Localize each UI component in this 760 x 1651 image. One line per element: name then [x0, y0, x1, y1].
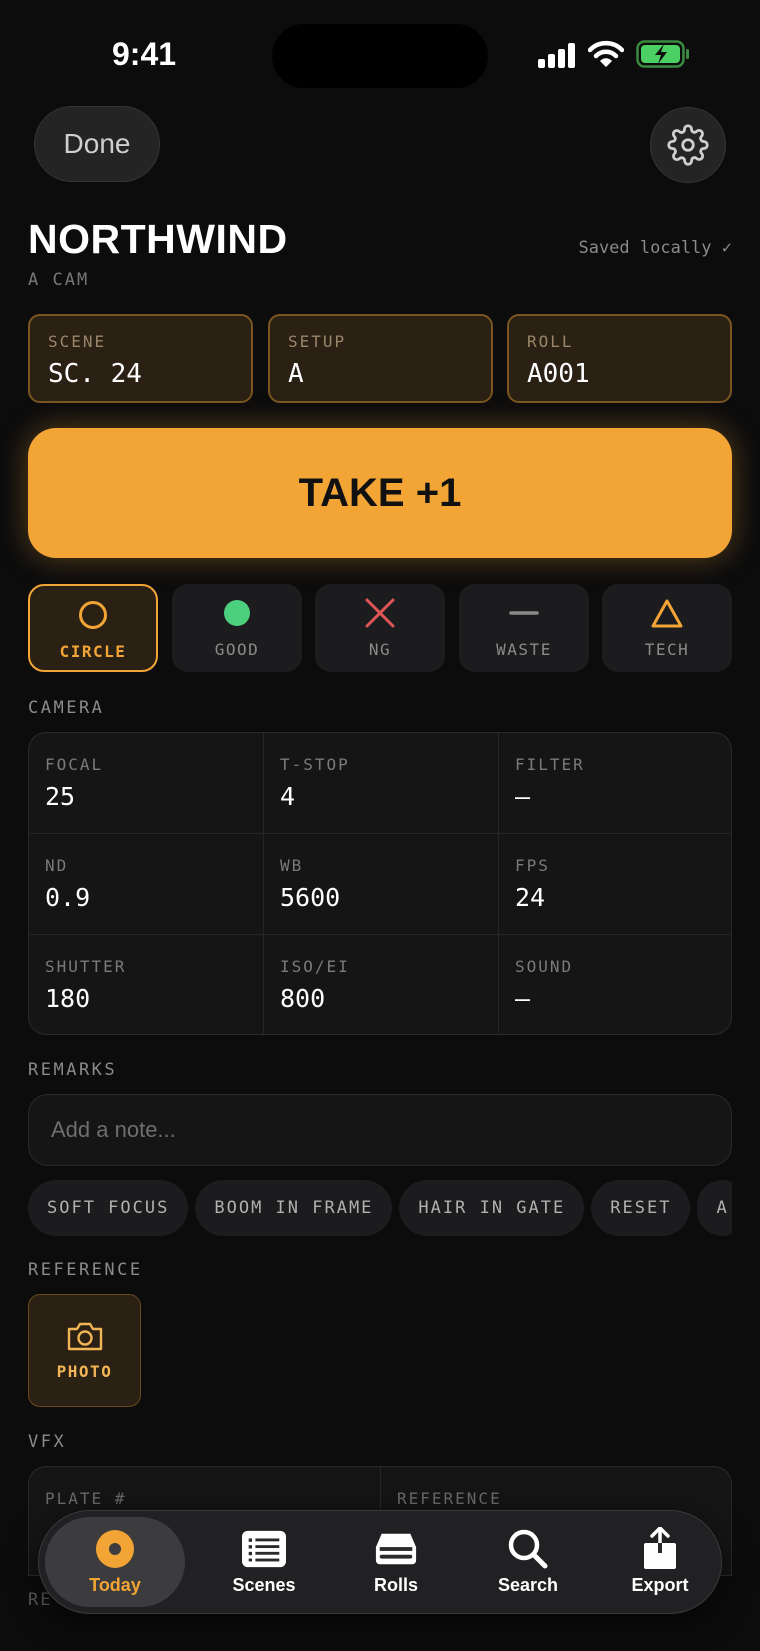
- roll-icon: [375, 1533, 417, 1564]
- camera-unit-label: A CAM: [28, 270, 90, 290]
- dash-icon: [509, 611, 539, 615]
- rating-good[interactable]: GOOD: [172, 584, 302, 672]
- rating-tech[interactable]: TECH: [602, 584, 732, 672]
- dynamic-island: [272, 24, 488, 88]
- rating-label: GOOD: [214, 640, 260, 659]
- add-photo-button[interactable]: PHOTO: [28, 1294, 141, 1407]
- rating-waste[interactable]: WASTE: [459, 584, 589, 672]
- field-value: 4: [280, 782, 296, 811]
- cross-icon: [365, 598, 395, 628]
- vfx-section-label: VFX: [28, 1432, 67, 1452]
- tab-label: Today: [89, 1574, 141, 1595]
- camera-field-tstop[interactable]: T-STOP 4: [264, 733, 499, 834]
- camera-field-wb[interactable]: WB 5600: [264, 834, 499, 935]
- battery-charging-icon: [636, 40, 689, 68]
- tab-label: Export: [631, 1574, 689, 1595]
- reference-section-label: REFERENCE: [28, 1260, 143, 1280]
- camera-field-iso[interactable]: ISO/EI 800: [264, 935, 499, 1034]
- tab-search[interactable]: Search: [462, 1517, 594, 1607]
- rating-label: TECH: [644, 640, 690, 659]
- field-label: ND: [45, 856, 69, 875]
- field-label: FILTER: [515, 755, 585, 774]
- field-label: FOCAL: [45, 755, 104, 774]
- camera-section-label: CAMERA: [28, 698, 105, 718]
- field-value: 800: [280, 984, 326, 1013]
- remark-chip[interactable]: SOFT FOCUS: [28, 1180, 189, 1236]
- field-label: T-STOP: [280, 755, 350, 774]
- scene-value: SC. 24: [48, 359, 142, 389]
- production-title: NORTHWIND: [28, 216, 288, 262]
- search-icon: [508, 1529, 548, 1568]
- field-value: —: [515, 782, 531, 811]
- field-label: FPS: [515, 856, 550, 875]
- tab-label: Scenes: [232, 1574, 296, 1595]
- camera-field-fps[interactable]: FPS 24: [499, 834, 731, 935]
- status-bar: 9:41: [0, 0, 760, 100]
- field-label: WB: [280, 856, 304, 875]
- camera-field-shutter[interactable]: SHUTTER 180: [29, 935, 264, 1034]
- field-value: 5600: [280, 883, 341, 912]
- camera-icon: [67, 1322, 102, 1351]
- rating-label: NG: [368, 640, 392, 659]
- field-label: ISO/EI: [280, 957, 350, 976]
- tab-scenes[interactable]: Scenes: [198, 1517, 330, 1607]
- setup-label: SETUP: [288, 332, 347, 351]
- field-label: REFERENCE: [397, 1489, 502, 1508]
- setup-value: A: [288, 359, 304, 389]
- wifi-icon: [588, 40, 624, 67]
- rating-label: CIRCLE: [59, 642, 127, 661]
- save-status: Saved locally ✓: [578, 238, 732, 258]
- field-label: SOUND: [515, 957, 574, 976]
- take-increment-button[interactable]: TAKE +1: [28, 428, 732, 558]
- roll-field[interactable]: ROLL A001: [507, 314, 732, 403]
- camera-settings-grid: FOCAL 25 T-STOP 4 FILTER — ND 0.9 WB 560…: [28, 732, 732, 1035]
- rating-label: WASTE: [496, 640, 552, 659]
- circle-icon: [79, 601, 107, 629]
- done-button[interactable]: Done: [34, 106, 160, 182]
- camera-field-nd[interactable]: ND 0.9: [29, 834, 264, 935]
- rating-circle[interactable]: CIRCLE: [28, 584, 158, 672]
- list-icon: [242, 1530, 286, 1567]
- field-value: —: [515, 984, 531, 1013]
- camera-field-filter[interactable]: FILTER —: [499, 733, 731, 834]
- tab-today[interactable]: Today: [45, 1517, 185, 1607]
- field-value: 25: [45, 782, 76, 811]
- remark-chip[interactable]: BOOM IN FRAME: [195, 1180, 393, 1236]
- remark-chip[interactable]: A: [697, 1180, 732, 1236]
- tab-rolls[interactable]: Rolls: [330, 1517, 462, 1607]
- roll-label: ROLL: [527, 332, 574, 351]
- tab-label: Rolls: [373, 1574, 418, 1595]
- roll-value: A001: [527, 359, 590, 389]
- camera-field-focal[interactable]: FOCAL 25: [29, 733, 264, 834]
- dot-icon: [224, 600, 250, 626]
- tab-bar: Today Scenes Rolls Search Export: [38, 1510, 722, 1614]
- triangle-icon: [651, 599, 683, 628]
- gear-icon: [667, 124, 709, 166]
- remark-chip[interactable]: HAIR IN GATE: [399, 1180, 585, 1236]
- scene-field[interactable]: SCENE SC. 24: [28, 314, 253, 403]
- field-value: 180: [45, 984, 91, 1013]
- remarks-section-label: REMARKS: [28, 1060, 118, 1080]
- setup-field[interactable]: SETUP A: [268, 314, 493, 403]
- share-icon: [644, 1526, 676, 1569]
- today-icon: [96, 1529, 134, 1568]
- scene-label: SCENE: [48, 332, 107, 351]
- tab-export[interactable]: Export: [594, 1517, 726, 1607]
- photo-label: PHOTO: [56, 1362, 113, 1381]
- field-label: SHUTTER: [45, 957, 127, 976]
- camera-field-sound[interactable]: SOUND —: [499, 935, 731, 1034]
- remark-chips: SOFT FOCUS BOOM IN FRAME HAIR IN GATE RESET…: [28, 1180, 732, 1236]
- field-label: PLATE #: [45, 1489, 127, 1508]
- settings-button[interactable]: [650, 107, 726, 183]
- status-time: 9:41: [112, 36, 177, 72]
- tab-label: Search: [497, 1574, 559, 1595]
- remark-chip[interactable]: RESET: [591, 1180, 691, 1236]
- field-value: 0.9: [45, 883, 91, 912]
- cellular-signal-icon: [538, 42, 578, 68]
- rating-ng[interactable]: NG: [315, 584, 445, 672]
- remarks-input[interactable]: Add a note...: [28, 1094, 732, 1166]
- field-value: 24: [515, 883, 546, 912]
